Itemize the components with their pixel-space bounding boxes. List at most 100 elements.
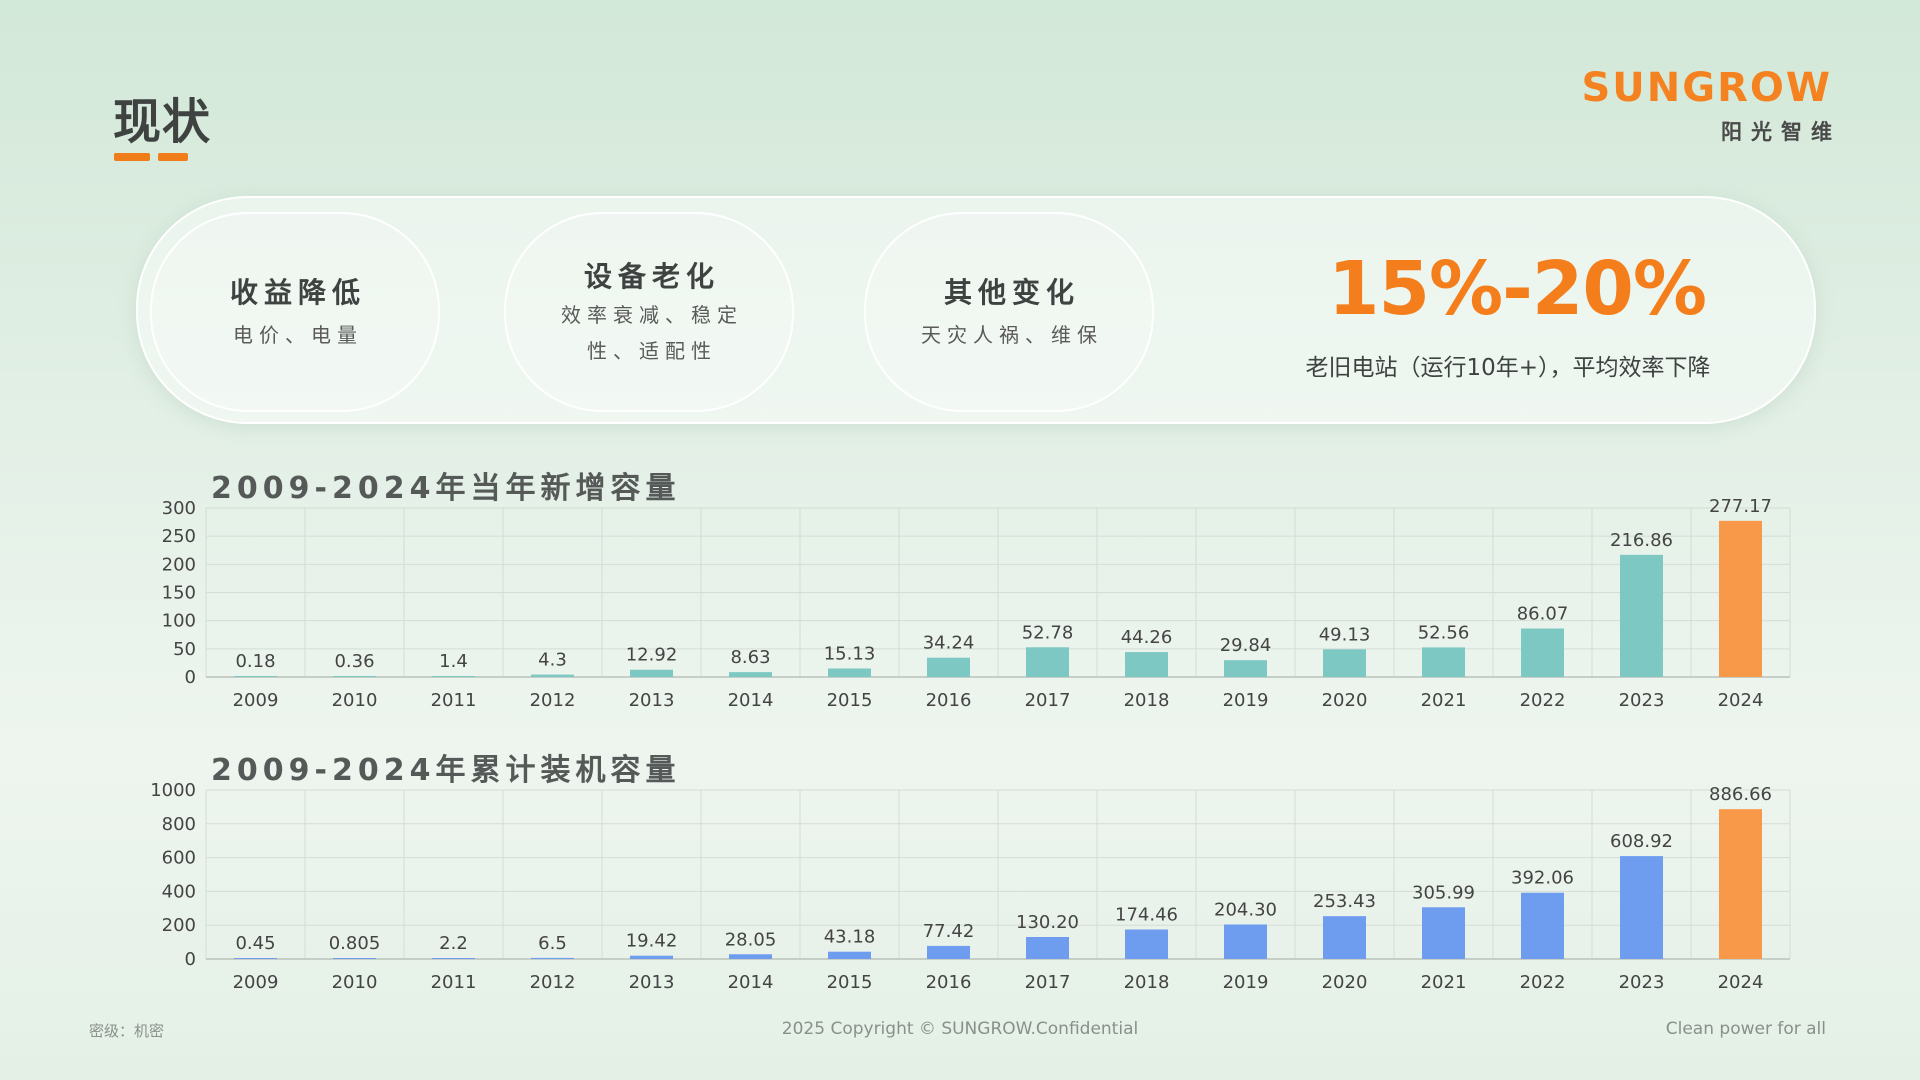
- y-tick-label: 400: [162, 881, 196, 902]
- data-label: 174.46: [1115, 905, 1178, 926]
- y-tick-label: 50: [173, 639, 196, 660]
- data-label: 52.56: [1418, 622, 1470, 643]
- bar-2018: [1125, 652, 1168, 677]
- copyright-text: 2025 Copyright © SUNGROW.Confidential: [781, 1019, 1139, 1039]
- y-tick-label: 200: [162, 554, 196, 575]
- bar-2012: [531, 957, 574, 959]
- data-label: 44.26: [1121, 627, 1173, 648]
- bar-2009: [234, 676, 277, 677]
- pill-other-changes: 其他变化 天灾人祸、维保: [864, 212, 1154, 412]
- data-label: 2.2: [439, 933, 468, 954]
- cumulative-capacity-chart: 0 200 400 600 800 1000 0.45 2009 0.805 2010 2.2 201…: [150, 780, 1791, 993]
- x-tick-label: 2021: [1421, 972, 1467, 993]
- x-tick-label: 2018: [1124, 690, 1170, 711]
- x-tick-label: 2009: [233, 972, 279, 993]
- data-label: 130.20: [1016, 912, 1079, 933]
- pill-title: 设备老化: [583, 260, 720, 293]
- x-tick-label: 2018: [1124, 972, 1170, 993]
- x-tick-label: 2020: [1322, 972, 1368, 993]
- y-tick-label: 800: [162, 814, 196, 835]
- data-label: 6.5: [538, 933, 567, 954]
- bar-2014: [729, 672, 772, 677]
- annual-capacity-chart: 0 50 100 150 200 250 300 0.18 2009 0.36 2010 1.4 201…: [162, 496, 1791, 711]
- sungrow-logo: SUNGROW 阳光智维: [1581, 68, 1832, 146]
- data-label: 86.07: [1517, 604, 1569, 625]
- pill-revenue-decline: 收益降低 电价、电量: [150, 212, 440, 412]
- data-label: 392.06: [1511, 868, 1574, 889]
- x-tick-label: 2023: [1619, 972, 1665, 993]
- y-tick-label: 250: [162, 526, 196, 547]
- x-tick-label: 2021: [1421, 690, 1467, 711]
- y-tick-label: 0: [185, 949, 196, 970]
- pill-title: 收益降低: [229, 276, 366, 309]
- x-tick-label: 2024: [1718, 690, 1764, 711]
- pill-title: 其他变化: [943, 276, 1080, 309]
- bar-2016: [927, 657, 970, 677]
- data-label: 49.13: [1319, 624, 1371, 645]
- x-tick-label: 2019: [1223, 972, 1269, 993]
- x-tick-label: 2017: [1025, 972, 1071, 993]
- x-tick-label: 2010: [332, 690, 378, 711]
- y-tick-label: 100: [162, 611, 196, 632]
- pill-equipment-aging: 设备老化 效率衰减、稳定性、适配性: [504, 212, 794, 412]
- x-tick-label: 2015: [827, 972, 873, 993]
- page-title: 现状: [113, 94, 212, 150]
- data-label: 52.78: [1022, 622, 1074, 643]
- bar-2020: [1323, 916, 1366, 959]
- bar-2021: [1422, 647, 1465, 677]
- data-label: 204.30: [1214, 899, 1277, 920]
- bar-2011: [432, 958, 475, 959]
- summary-panel: 收益降低 电价、电量 设备老化 效率衰减、稳定性、适配性 其他变化 天灾人祸、维…: [136, 196, 1816, 424]
- x-tick-label: 2024: [1718, 972, 1764, 993]
- x-tick-label: 2022: [1520, 972, 1566, 993]
- bar-2015: [828, 951, 871, 959]
- data-label: 0.805: [329, 933, 381, 954]
- x-tick-label: 2012: [530, 972, 576, 993]
- bar-2022: [1521, 892, 1564, 959]
- bar-2019: [1224, 660, 1267, 677]
- x-tick-label: 2019: [1223, 690, 1269, 711]
- x-tick-label: 2011: [431, 972, 477, 993]
- pill-subtitle: 效率衰减、稳定性、适配性: [561, 303, 743, 363]
- data-label: 15.13: [824, 643, 876, 664]
- y-tick-label: 0: [185, 667, 196, 688]
- data-label: 253.43: [1313, 891, 1376, 912]
- data-label: 0.45: [235, 933, 275, 954]
- x-tick-label: 2015: [827, 690, 873, 711]
- bar-2019: [1224, 924, 1267, 959]
- data-label: 216.86: [1610, 530, 1673, 551]
- bar-2021: [1422, 907, 1465, 959]
- x-tick-label: 2012: [530, 690, 576, 711]
- data-label: 28.05: [725, 929, 777, 950]
- bar-2013: [630, 955, 673, 959]
- bar-2012: [531, 674, 574, 677]
- x-tick-label: 2013: [629, 690, 675, 711]
- bar-2023: [1620, 554, 1663, 677]
- bar-2014: [729, 954, 772, 959]
- x-tick-label: 2017: [1025, 690, 1071, 711]
- data-label: 1.4: [439, 651, 468, 672]
- efficiency-drop-caption: 老旧电站（运行10年+），平均效率下降: [1305, 355, 1711, 381]
- bar-2024: [1719, 520, 1762, 677]
- logo-wordmark: SUNGROW: [1581, 65, 1832, 111]
- bar-2017: [1026, 647, 1069, 677]
- x-tick-label: 2011: [431, 690, 477, 711]
- bar-2015: [828, 668, 871, 677]
- bar-2020: [1323, 649, 1366, 677]
- data-label: 77.42: [923, 921, 975, 942]
- bar-2018: [1125, 929, 1168, 959]
- pill-subtitle: 天灾人祸、维保: [921, 323, 1103, 347]
- data-label: 34.24: [923, 633, 975, 654]
- y-tick-label: 600: [162, 848, 196, 869]
- pill-subtitle: 电价、电量: [233, 323, 363, 347]
- x-tick-label: 2016: [926, 690, 972, 711]
- tagline-text: Clean power for all: [1665, 1019, 1826, 1039]
- y-tick-label: 300: [162, 498, 196, 519]
- data-label: 8.63: [730, 647, 770, 668]
- data-label: 886.66: [1709, 784, 1772, 805]
- bar-2017: [1026, 936, 1069, 959]
- data-label: 19.42: [626, 931, 678, 952]
- x-tick-label: 2023: [1619, 690, 1665, 711]
- x-tick-label: 2022: [1520, 690, 1566, 711]
- bar-2010: [333, 676, 376, 677]
